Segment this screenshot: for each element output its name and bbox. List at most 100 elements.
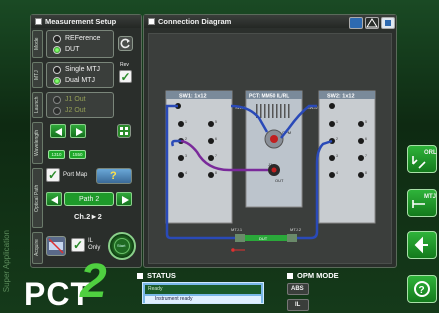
mode-selector[interactable]: REFerence DUT <box>46 30 114 58</box>
acquire-settings-button[interactable] <box>46 236 66 256</box>
sw1-port-1 <box>178 121 184 127</box>
wavelength-1550-button[interactable]: 1550 <box>69 150 86 159</box>
mtj-dual-radio[interactable] <box>53 77 61 85</box>
mode-reference-label: REFerence <box>65 35 101 42</box>
status-bar: Ready <box>145 285 261 294</box>
svg-text:7: 7 <box>215 154 217 158</box>
mode-reference-radio[interactable] <box>53 35 61 43</box>
launch-selector[interactable]: J1 Out J2 Out <box>46 92 114 118</box>
opm-mode-title: OPM MODE <box>297 271 339 280</box>
svg-text:2: 2 <box>185 137 187 141</box>
opm-port-center <box>270 135 278 143</box>
setup-collapse-checkbox[interactable] <box>35 18 42 25</box>
svg-text:4: 4 <box>185 171 187 175</box>
pct-vent <box>256 104 290 118</box>
svg-text:4: 4 <box>336 171 338 175</box>
path-value: Path 2 <box>79 196 100 203</box>
path-next-button[interactable] <box>116 192 132 206</box>
refresh-icon <box>120 38 130 49</box>
opm-il-button[interactable]: IL <box>287 299 309 311</box>
mtj-button[interactable]: MTJ <box>407 189 437 217</box>
svg-text:6: 6 <box>215 137 217 141</box>
pct-label: PCT: MM50 IL/RL <box>249 94 289 100</box>
svg-text:1: 1 <box>336 120 338 124</box>
port-map-button[interactable]: ? <box>96 168 132 184</box>
super-application-label: Super Application <box>2 230 11 293</box>
port-map-label: Port Map <box>63 172 88 178</box>
mtj2-label: MTJ.2 <box>290 227 302 232</box>
export-icon <box>385 20 391 26</box>
connection-diagram-svg: SW1: 1x12 PCT: MM50 IL/RL OPM J1 OUT SW2… <box>165 90 376 252</box>
laser-indicator-dot <box>231 248 235 252</box>
path-prev-button[interactable] <box>46 192 62 206</box>
pct-box <box>245 90 303 208</box>
tab-wavelength[interactable]: Wavelength <box>32 122 43 164</box>
wavelength-1310-button[interactable]: 1310 <box>48 150 65 159</box>
tab-mtj[interactable]: MTJ <box>32 62 43 88</box>
sw1-label: SW1: 1x12 <box>179 94 207 100</box>
tab-optical-path[interactable]: Optical Path <box>32 168 43 228</box>
sw2-port-5 <box>358 121 364 127</box>
mtj-selector[interactable]: Single MTJ Dual MTJ <box>46 62 114 88</box>
orl-icon <box>412 156 426 169</box>
channel-value: Ch.2►2 <box>74 212 102 221</box>
diagram-warning-button[interactable] <box>365 17 379 29</box>
mtj1-connector <box>235 234 245 242</box>
sw2-port-1 <box>329 121 335 127</box>
tab-mode[interactable]: Mode <box>32 30 43 58</box>
refresh-button[interactable] <box>118 36 133 51</box>
launch-j1-label: J1 Out <box>65 96 86 103</box>
back-arrow-icon <box>414 236 428 254</box>
sw2-label: SW2: 1x12 <box>327 94 355 100</box>
opm-il-label: IL <box>295 302 301 308</box>
tab-acquire[interactable]: Acquire <box>32 232 43 264</box>
mtj-single-radio[interactable] <box>53 66 61 74</box>
svg-text:?: ? <box>419 285 425 296</box>
back-button[interactable] <box>407 231 437 259</box>
mode-dut-radio[interactable] <box>53 46 61 54</box>
status-message: Instrument ready <box>155 296 193 302</box>
status-message-bar: Instrument ready <box>145 296 261 303</box>
out-port-center <box>271 167 277 173</box>
launch-j2-radio[interactable] <box>53 107 61 115</box>
sw1-port-7 <box>208 155 214 161</box>
orl-button[interactable]: ORL <box>407 145 437 173</box>
opm-mode-checkbox[interactable] <box>287 273 293 279</box>
diagram-title-text: Connection Diagram <box>158 17 232 26</box>
wavelength-grid-button[interactable] <box>117 124 131 138</box>
ready-indicator: Ready <box>148 286 163 292</box>
launch-j1-radio[interactable] <box>53 96 61 104</box>
help-icon: ? <box>414 281 430 297</box>
help-button[interactable]: ? <box>407 275 437 303</box>
sw1-port-3 <box>178 155 184 161</box>
svg-text:8: 8 <box>365 171 367 175</box>
grid-icon <box>120 127 128 135</box>
mtj-single-label: Single MTJ <box>65 66 101 73</box>
sw1-port-8 <box>208 172 214 178</box>
diagram-view-button[interactable] <box>349 17 363 29</box>
svg-text:5: 5 <box>215 120 217 124</box>
svg-text:2: 2 <box>336 137 338 141</box>
sw2-common-port <box>329 103 335 109</box>
connection-diagram-panel: Connection Diagram SW1: 1x12 PCT: MM50 I… <box>143 14 397 268</box>
status-checkbox[interactable] <box>137 273 143 279</box>
svg-text:1: 1 <box>185 120 187 124</box>
svg-text:8: 8 <box>215 171 217 175</box>
sw2-port-3 <box>329 155 335 161</box>
warning-icon <box>366 18 378 28</box>
measurement-setup-title: Measurement Setup <box>31 15 141 28</box>
opm-abs-button[interactable]: ABS <box>287 283 309 295</box>
tab-launch[interactable]: Launch <box>32 92 43 118</box>
mtj2-connector <box>287 234 297 242</box>
dut-settings-icon <box>48 238 64 254</box>
wavelength-prev-button[interactable] <box>50 124 66 138</box>
sw1-port-5 <box>208 121 214 127</box>
diagram-collapse-checkbox[interactable] <box>148 18 155 25</box>
start-button[interactable]: Start <box>108 232 136 260</box>
wavelength-next-button[interactable] <box>70 124 86 138</box>
port-map-checkbox[interactable]: ✓ <box>46 168 60 182</box>
status-display: Ready Instrument ready <box>142 282 264 304</box>
il-only-checkbox[interactable]: ✓ <box>71 238 85 252</box>
diagram-export-button[interactable] <box>381 17 395 29</box>
mtj-rev-checkbox[interactable]: ✓ <box>119 70 132 84</box>
